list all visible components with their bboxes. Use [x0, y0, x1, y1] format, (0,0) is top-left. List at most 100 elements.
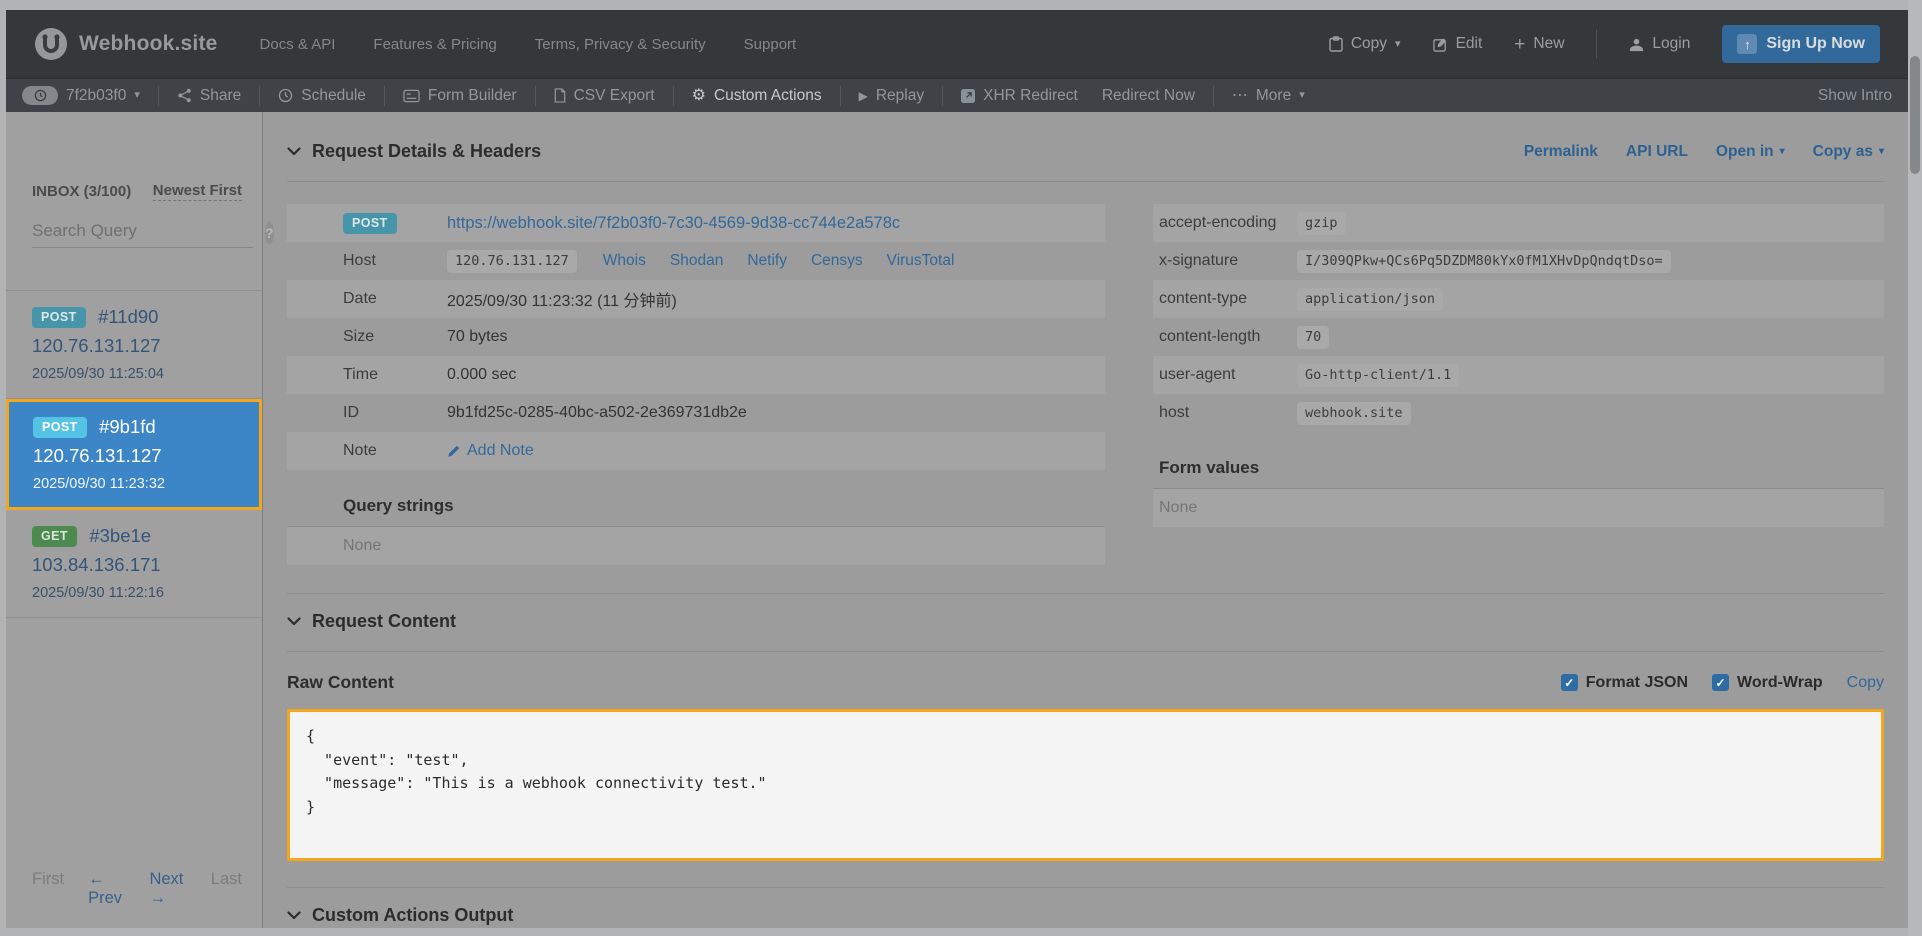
sign-up-button[interactable]: ↑ Sign Up Now — [1722, 25, 1880, 63]
note-label: Note — [343, 442, 447, 460]
whois-link[interactable]: Whois — [603, 252, 646, 270]
sign-up-label: Sign Up Now — [1766, 35, 1865, 53]
censys-link[interactable]: Censys — [811, 252, 863, 270]
schedule-label: Schedule — [301, 87, 366, 105]
token-clock-icon — [22, 86, 58, 105]
nav-support[interactable]: Support — [744, 36, 797, 53]
content-section-header: Request Content — [287, 594, 1884, 652]
query-strings-empty-row: None — [287, 527, 1105, 565]
page-scrollbar[interactable] — [1908, 0, 1922, 936]
date-value: 2025/09/30 11:23:32 (11 分钟前) — [447, 287, 677, 311]
pagination-next[interactable]: Next → — [149, 870, 186, 908]
method-badge: POST — [33, 417, 87, 438]
time-row: Time 0.000 sec — [287, 356, 1105, 394]
chevron-down-icon[interactable] — [287, 147, 301, 156]
content-row: INBOX (3/100) Newest First ? POST #11d90… — [6, 112, 1908, 928]
toolbar-divider — [535, 86, 536, 106]
pagination-last[interactable]: Last — [211, 870, 242, 908]
login-button[interactable]: Login — [1629, 35, 1690, 53]
custom-actions-button[interactable]: ⚙ Custom Actions — [692, 87, 822, 105]
request-timestamp: 2025/09/30 11:23:32 — [33, 476, 243, 492]
details-headers-section: Request Details & Headers Permalink API … — [287, 124, 1884, 593]
copy-dropdown[interactable]: Copy ▾ — [1329, 35, 1401, 53]
xhr-redirect-button[interactable]: XHR Redirect — [961, 87, 1078, 105]
gear-icon: ⚙ — [692, 88, 706, 104]
header-value: gzip — [1297, 212, 1346, 235]
host-row: Host 120.76.131.127 Whois Shodan Netify … — [287, 242, 1105, 280]
word-wrap-checkbox[interactable]: ✓ Word-Wrap — [1712, 674, 1823, 692]
copy-raw-content-link[interactable]: Copy — [1847, 674, 1884, 692]
open-in-dropdown[interactable]: Open in▾ — [1716, 143, 1785, 161]
copy-as-dropdown[interactable]: Copy as▾ — [1813, 143, 1884, 161]
request-content-section: Request Content Raw Content ✓ Format JSO… — [287, 593, 1884, 887]
more-dropdown[interactable]: ⋯ More ▾ — [1232, 87, 1305, 105]
request-timestamp: 2025/09/30 11:22:16 — [32, 585, 244, 601]
primary-nav: Docs & API Features & Pricing Terms, Pri… — [260, 36, 797, 53]
shodan-link[interactable]: Shodan — [670, 252, 723, 270]
form-values-empty-row: None — [1153, 489, 1884, 527]
toolbar-divider — [259, 86, 260, 106]
add-note-link[interactable]: Add Note — [447, 442, 534, 460]
actions-section-title: Custom Actions Output — [312, 905, 513, 926]
token-dropdown[interactable]: 7f2b03f0 ▾ — [22, 86, 140, 105]
pagination-prev[interactable]: ← Prev — [88, 870, 125, 908]
search-input[interactable] — [32, 217, 253, 248]
header-value: webhook.site — [1297, 402, 1411, 425]
show-intro-link[interactable]: Show Intro — [1818, 87, 1892, 105]
csv-export-button[interactable]: CSV Export — [554, 87, 655, 105]
detail-header-links: Permalink API URL Open in▾ Copy as▾ — [1524, 143, 1884, 161]
raw-content-block: Raw Content ✓ Format JSON ✓ Word-Wrap Co… — [287, 672, 1884, 861]
pagination-first[interactable]: First — [32, 870, 64, 908]
header-row: host webhook.site — [1153, 394, 1884, 432]
edit-button[interactable]: Edit — [1433, 35, 1483, 53]
share-button[interactable]: Share — [177, 87, 241, 105]
caret-down-icon: ▾ — [1780, 147, 1785, 157]
redirect-now-button[interactable]: Redirect Now — [1102, 87, 1195, 105]
id-value: 9b1fd25c-0285-40bc-a502-2e369731db2e — [447, 404, 747, 422]
new-url-button[interactable]: + New — [1514, 35, 1564, 54]
sort-order-toggle[interactable]: Newest First — [153, 182, 242, 201]
header-value: application/json — [1297, 288, 1443, 311]
request-list-item-selected[interactable]: POST #9b1fd 120.76.131.127 2025/09/30 11… — [6, 399, 262, 510]
request-list-item[interactable]: POST #11d90 120.76.131.127 2025/09/30 11… — [6, 290, 262, 399]
nav-terms-privacy-security[interactable]: Terms, Privacy & Security — [535, 36, 706, 53]
request-url-link[interactable]: https://webhook.site/7f2b03f0-7c30-4569-… — [447, 214, 900, 233]
netify-link[interactable]: Netify — [747, 252, 787, 270]
format-json-checkbox[interactable]: ✓ Format JSON — [1561, 674, 1688, 692]
brand-home-link[interactable]: Webhook.site — [34, 27, 218, 61]
nav-docs-api[interactable]: Docs & API — [260, 36, 336, 53]
raw-content-json[interactable]: { "event": "test", "message": "This is a… — [287, 709, 1884, 861]
request-details-table: POST https://webhook.site/7f2b03f0-7c30-… — [287, 204, 1105, 593]
content-section-title: Request Content — [312, 611, 456, 632]
custom-actions-label: Custom Actions — [714, 87, 822, 105]
inbox-count-label: INBOX (3/100) — [32, 183, 131, 200]
raw-content-controls-row: Raw Content ✓ Format JSON ✓ Word-Wrap Co… — [287, 672, 1884, 693]
scrollbar-thumb[interactable] — [1910, 56, 1920, 174]
request-id: #3be1e — [89, 525, 151, 546]
permalink-link[interactable]: Permalink — [1524, 143, 1598, 161]
inbox-header: INBOX (3/100) Newest First — [6, 182, 262, 201]
note-row: Note Add Note — [287, 432, 1105, 470]
form-builder-button[interactable]: Form Builder — [403, 87, 517, 105]
method-badge: POST — [32, 307, 86, 328]
header-name: content-length — [1159, 328, 1287, 346]
replay-button[interactable]: ▶ Replay — [859, 87, 924, 105]
toolbar-divider — [942, 86, 943, 106]
caret-down-icon: ▾ — [1879, 147, 1884, 157]
schedule-button[interactable]: Schedule — [278, 87, 366, 105]
nav-features-pricing[interactable]: Features & Pricing — [373, 36, 496, 53]
header-name: content-type — [1159, 290, 1287, 308]
header-value: I/309QPkw+QCs6Pq5DZDM80kYx0fM1XHvDpQndqt… — [1297, 250, 1671, 273]
header-name: x-signature — [1159, 252, 1287, 270]
chevron-down-icon[interactable] — [287, 617, 301, 626]
request-id: #11d90 — [98, 306, 158, 327]
api-url-link[interactable]: API URL — [1626, 143, 1688, 161]
host-lookup-links: Whois Shodan Netify Censys VirusTotal — [603, 252, 955, 270]
request-list-item[interactable]: GET #3be1e 103.84.136.171 2025/09/30 11:… — [6, 510, 262, 618]
csv-export-label: CSV Export — [574, 87, 655, 105]
virustotal-link[interactable]: VirusTotal — [887, 252, 955, 270]
header-value: 70 — [1297, 326, 1329, 349]
play-icon: ▶ — [859, 90, 868, 102]
chevron-down-icon[interactable] — [287, 911, 301, 920]
actions-section-header: Custom Actions Output — [287, 888, 1884, 928]
